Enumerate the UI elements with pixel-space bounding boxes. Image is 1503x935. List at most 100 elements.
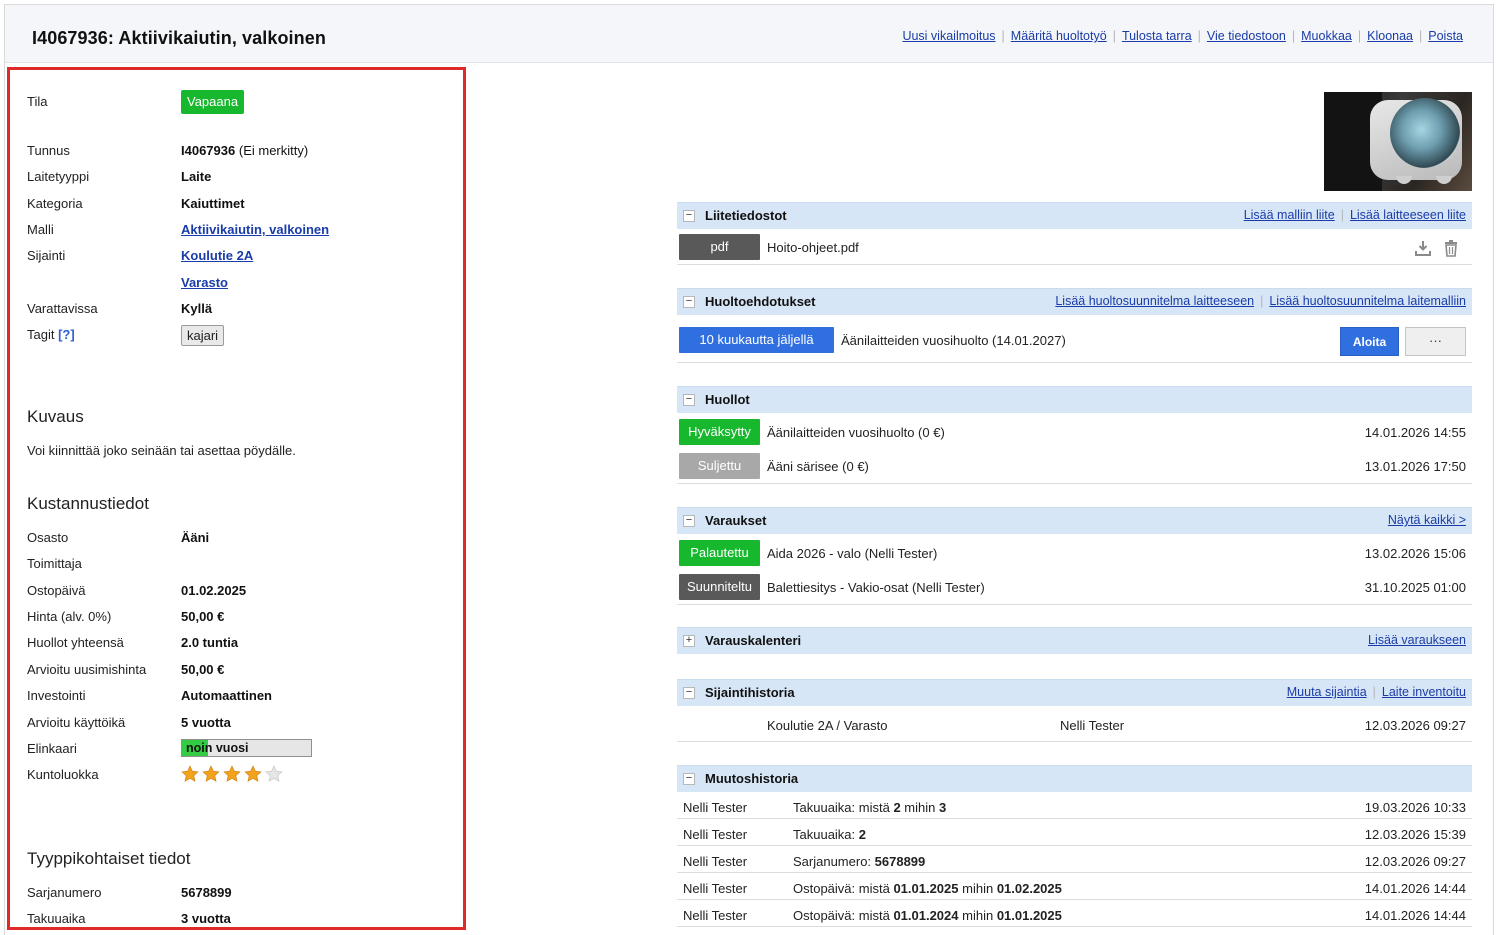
cost-value: 01.02.2025 <box>181 583 247 598</box>
separator: | <box>1001 29 1005 43</box>
condition-stars <box>181 765 283 783</box>
inventoried-link[interactable]: Laite inventoitu <box>1382 685 1466 699</box>
model-link[interactable]: Aktiivikaiutin, valkoinen <box>181 222 329 237</box>
header-actions: Uusi vikailmoitus | Määritä huoltotyö | Tu… <box>902 29 1463 43</box>
category-row: Kategoria Kaiuttimet <box>27 194 447 214</box>
booking-name: Balettiesitys - Vakio-osat (Nelli Tester… <box>767 580 985 595</box>
booking-name: Aida 2026 - valo (Nelli Tester) <box>767 546 938 561</box>
attachments-header: − Liitetiedostot Lisää malliin liite | Li… <box>677 202 1472 229</box>
add-model-attachment-link[interactable]: Lisää malliin liite <box>1244 208 1335 222</box>
speaker-cone <box>1390 98 1460 168</box>
type-label: Takuuaika <box>27 911 86 926</box>
maintenance-row[interactable]: Suljettu Ääni särisee (0 €) 13.01.2026 1… <box>677 449 1472 484</box>
id-value: I4067936 <box>181 143 236 158</box>
change-history-title: Muutoshistoria <box>705 771 799 786</box>
new-fault-report-link[interactable]: Uusi vikailmoitus <box>902 29 995 43</box>
trash-icon[interactable] <box>1442 239 1460 257</box>
show-all-bookings-link[interactable]: Näytä kaikki > <box>1388 513 1466 527</box>
add-model-plan-link[interactable]: Lisää huoltosuunnitelma laitemalliin <box>1269 294 1466 308</box>
change-user: Nelli Tester <box>683 854 748 869</box>
description-heading: Kuvaus <box>27 407 84 426</box>
collapse-toggle[interactable]: − <box>683 394 695 406</box>
location-history-title: Sijaintihistoria <box>705 685 795 700</box>
collapse-toggle[interactable]: − <box>683 296 695 308</box>
booking-calendar-title: Varauskalenteri <box>705 633 802 648</box>
star-filled-icon <box>202 765 220 782</box>
booking-row[interactable]: Suunniteltu Balettiesitys - Vakio-osat (… <box>677 570 1472 605</box>
type-value: 3 vuotta <box>181 911 231 926</box>
type-value: 5678899 <box>181 885 232 900</box>
status-badge: Vapaana <box>181 90 245 114</box>
location-user: Nelli Tester <box>1060 718 1125 733</box>
star-filled-icon <box>244 765 262 782</box>
expand-toggle[interactable]: + <box>683 635 695 647</box>
star-filled-icon <box>181 765 199 782</box>
status-label: Tila <box>27 94 48 109</box>
cost-value: 50,00 € <box>181 662 225 677</box>
location-link-building[interactable]: Koulutie 2A <box>181 248 253 263</box>
booking-date: 13.02.2026 15:06 <box>1364 546 1466 561</box>
location-row-2: Varasto <box>27 273 447 293</box>
type-label: Sarjanumero <box>27 885 102 900</box>
export-link[interactable]: Vie tiedostoon <box>1207 29 1286 43</box>
condition-row: Kuntoluokka <box>27 765 447 785</box>
change-location-link[interactable]: Muuta sijaintia <box>1287 685 1367 699</box>
lifecycle-text: noin vuosi <box>186 741 249 755</box>
change-old-value: 2 <box>893 800 901 815</box>
lifecycle-label: Elinkaari <box>27 741 77 756</box>
tags-help-link[interactable]: [?] <box>58 327 75 342</box>
edit-link[interactable]: Muokkaa <box>1301 29 1352 43</box>
bookable-label: Varattavissa <box>27 301 98 316</box>
print-label-link[interactable]: Tulosta tarra <box>1122 29 1192 43</box>
more-button[interactable]: ··· <box>1405 327 1466 356</box>
change-description: Sarjanumero: 5678899 <box>793 854 926 869</box>
id-note: (Ei merkitty) <box>238 143 309 158</box>
cost-row: Arvioitu käyttöikä 5 vuotta <box>27 713 447 733</box>
change-old-value: 01.01.2025 <box>893 881 959 896</box>
status-badge: Suljettu <box>679 453 760 479</box>
cost-row: Ostopäivä 01.02.2025 <box>27 581 447 601</box>
booking-date: 31.10.2025 01:00 <box>1364 580 1466 595</box>
maintenance-suggestions-title: Huoltoehdotukset <box>705 294 816 309</box>
download-icon[interactable] <box>1414 239 1432 257</box>
change-user: Nelli Tester <box>683 881 748 896</box>
start-button[interactable]: Aloita <box>1340 327 1399 356</box>
add-device-plan-link[interactable]: Lisää huoltosuunnitelma laitteeseen <box>1055 294 1254 308</box>
collapse-toggle[interactable]: − <box>683 773 695 785</box>
tag-chip[interactable]: kajari <box>181 325 225 346</box>
booking-calendar-header: + Varauskalenteri Lisää varaukseen <box>677 627 1472 654</box>
lifecycle-row: Elinkaari noin vuosi <box>27 739 447 759</box>
status-badge: Suunniteltu <box>679 574 760 600</box>
change-new-value: 01.01.2025 <box>996 908 1062 923</box>
booking-row[interactable]: Palautettu Aida 2026 - valo (Nelli Teste… <box>677 534 1472 570</box>
file-name[interactable]: Hoito-ohjeet.pdf <box>767 240 859 255</box>
category-label: Kategoria <box>27 196 83 211</box>
assign-maintenance-link[interactable]: Määritä huoltotyö <box>1011 29 1107 43</box>
change-old-value: 01.01.2024 <box>893 908 959 923</box>
maintenance-row[interactable]: Hyväksytty Äänilaitteiden vuosihuolto (0… <box>677 413 1472 449</box>
add-device-attachment-link[interactable]: Lisää laitteeseen liite <box>1350 208 1466 222</box>
collapse-toggle[interactable]: − <box>683 687 695 699</box>
location-link-storage[interactable]: Varasto <box>181 275 228 290</box>
attachments-title: Liitetiedostot <box>705 208 787 223</box>
add-to-booking-link[interactable]: Lisää varaukseen <box>1368 633 1466 647</box>
change-description: Ostopäivä: mistä 01.01.2024 mihin 01.01.… <box>793 908 1062 923</box>
change-user: Nelli Tester <box>683 908 748 923</box>
delete-link[interactable]: Poista <box>1428 29 1463 43</box>
change-date: 14.01.2026 14:44 <box>1364 881 1466 896</box>
cost-heading: Kustannustiedot <box>27 494 149 513</box>
cost-label: Arvioitu käyttöikä <box>27 715 126 730</box>
device-image[interactable] <box>1324 92 1472 191</box>
clone-link[interactable]: Kloonaa <box>1367 29 1413 43</box>
collapse-toggle[interactable]: − <box>683 210 695 222</box>
change-old-value: 2 <box>858 827 866 842</box>
cost-row: Arvioitu uusimishinta 50,00 € <box>27 660 447 680</box>
device-type-label: Laitetyyppi <box>27 169 90 184</box>
type-specific-heading: Tyyppikohtaiset tiedot <box>27 849 191 868</box>
cost-value: 5 vuotta <box>181 715 231 730</box>
id-label: Tunnus <box>27 143 70 158</box>
collapse-toggle[interactable]: − <box>683 515 695 527</box>
cost-label: Arvioitu uusimishinta <box>27 662 147 677</box>
change-date: 19.03.2026 10:33 <box>1364 800 1466 815</box>
maintenance-suggestions-header: − Huoltoehdotukset Lisää huoltosuunnitel… <box>677 288 1472 315</box>
